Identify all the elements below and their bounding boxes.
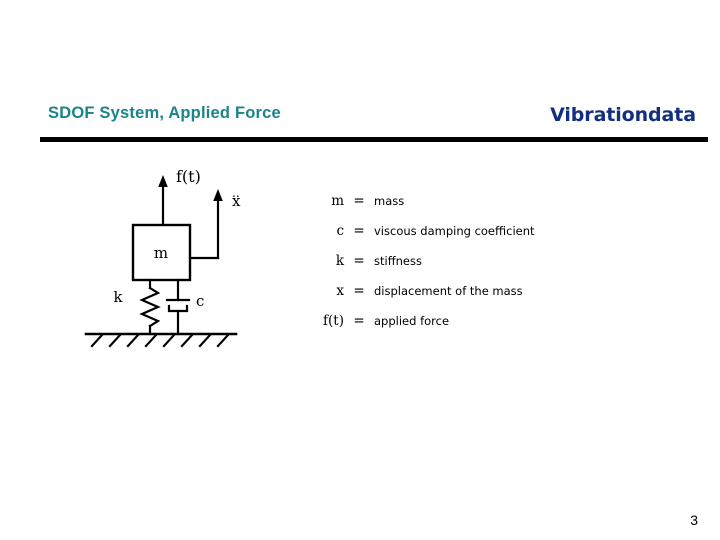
legend-row-displacement: x = displacement of the mass xyxy=(300,283,680,313)
nomenclature-legend: m = mass c = viscous damping coefficient… xyxy=(300,193,680,343)
legend-definition: applied force xyxy=(374,314,450,328)
legend-equals-sign: = xyxy=(353,253,365,269)
legend-symbol: x xyxy=(336,283,344,299)
spring-label: k xyxy=(113,288,123,306)
force-label: f(t) xyxy=(176,167,201,186)
legend-row-stiffness: k = stiffness xyxy=(300,253,680,283)
legend-symbol: k xyxy=(335,253,344,269)
legend-symbol: c xyxy=(336,223,344,239)
legend-definition: viscous damping coefficient xyxy=(374,224,535,238)
legend-equals-sign: = xyxy=(353,223,365,239)
legend-row-damping: c = viscous damping coefficient xyxy=(300,223,680,253)
legend-row-applied-force: f(t) = applied force xyxy=(300,313,680,343)
acceleration-arrow xyxy=(188,189,223,260)
page-number: 3 xyxy=(690,512,698,528)
brand-logo-vibrationdata: Vibrationdata xyxy=(550,104,696,126)
header-divider xyxy=(40,137,708,142)
spring xyxy=(139,278,161,336)
page-title: SDOF System, Applied Force xyxy=(48,104,281,122)
legend-definition: mass xyxy=(374,194,405,208)
legend-equals-sign: = xyxy=(353,313,365,329)
legend-equals-sign: = xyxy=(353,283,365,299)
legend-definition: displacement of the mass xyxy=(374,284,523,298)
damper xyxy=(165,278,191,336)
legend-symbol: f(t) xyxy=(323,313,344,329)
slide: SDOF System, Applied Force Vibrationdata xyxy=(0,0,720,540)
acceleration-dots-label: .. xyxy=(232,186,240,200)
force-arrow xyxy=(158,175,168,227)
damper-label: c xyxy=(196,292,204,310)
ground xyxy=(84,332,238,348)
legend-row-mass: m = mass xyxy=(300,193,680,223)
legend-symbol: m xyxy=(331,193,344,209)
mass-label: m xyxy=(154,244,168,262)
legend-equals-sign: = xyxy=(353,193,365,209)
legend-definition: stiffness xyxy=(374,254,422,268)
